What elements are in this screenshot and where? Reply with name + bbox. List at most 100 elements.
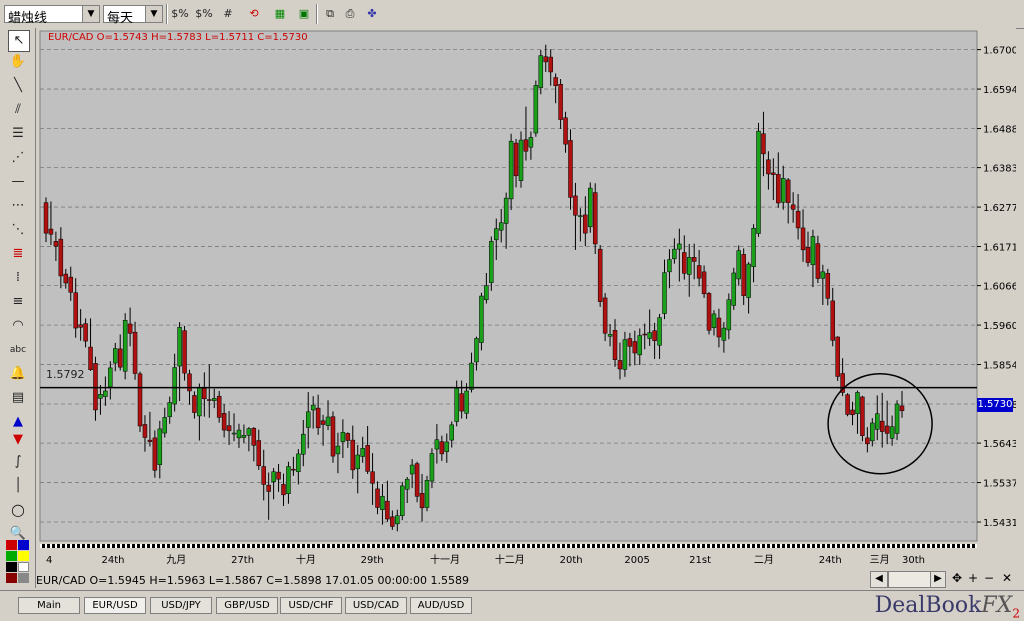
scroll-left-button[interactable]: ◀: [870, 571, 888, 588]
x-axis-band-dash: [820, 544, 822, 548]
tab-aud-usd[interactable]: AUD/USD: [410, 597, 472, 614]
candle-body: [632, 341, 638, 354]
tab-main[interactable]: Main: [18, 597, 80, 614]
circle-icon[interactable]: ○: [8, 500, 28, 520]
candle-body: [617, 360, 623, 370]
gann-fan-icon[interactable]: ⋯: [8, 196, 28, 216]
x-axis-band-dash: [800, 544, 802, 548]
x-axis-band-dash: [415, 544, 417, 548]
x-axis-band-dash: [835, 544, 837, 548]
candle-body: [296, 453, 301, 473]
x-axis-band-dash: [565, 544, 567, 548]
x-axis-band-dash: [430, 544, 432, 548]
x-axis-band-dash: [220, 544, 222, 548]
scroll-right-button[interactable]: ▶: [930, 571, 946, 588]
x-axis-band-dash: [615, 544, 617, 548]
channel-icon[interactable]: ⫽: [8, 100, 28, 120]
price-percent-alt-button[interactable]: $%: [194, 5, 214, 23]
copy-button[interactable]: ⧉: [320, 5, 340, 23]
candle-body: [776, 174, 781, 204]
candle-body: [103, 390, 108, 397]
candle-body: [370, 471, 375, 484]
x-axis-band-dash: [860, 544, 862, 548]
candle-body: [404, 478, 410, 490]
x-axis-band-dash: [75, 544, 77, 548]
candle-body: [117, 348, 123, 368]
x-axis-band-dash: [185, 544, 187, 548]
y-tick-label: 1.5537: [983, 479, 1016, 490]
pan-icon[interactable]: ✥: [950, 571, 964, 585]
zoom-chart-button[interactable]: ⟲: [244, 5, 264, 23]
horizontal-line-icon[interactable]: —: [8, 172, 28, 192]
candle-body: [98, 394, 103, 399]
x-axis-band-dash: [435, 544, 437, 548]
calculator-icon[interactable]: ▤: [8, 388, 28, 408]
tab-usd-jpy[interactable]: USD/JPY: [150, 597, 212, 614]
candlestick-chart[interactable]: 1.6700 1.6594 1.6488 1.6383 1.6277 1.6171 1.60…: [36, 28, 1016, 572]
chart-area[interactable]: 1.6700 1.6594 1.6488 1.6383 1.6277 1.6171 1.60…: [36, 28, 1016, 572]
fan-icon[interactable]: ⋰: [8, 148, 28, 168]
grid-button[interactable]: ▦: [270, 5, 290, 23]
color-palette[interactable]: [6, 540, 30, 584]
candle-body: [63, 273, 69, 284]
print-button[interactable]: ⎙: [340, 5, 360, 23]
candle-body: [785, 179, 791, 203]
candle-body: [127, 323, 133, 334]
candle-body: [696, 265, 702, 279]
tab-eur-usd[interactable]: EUR/USD: [84, 597, 146, 614]
tab-gbp-usd[interactable]: GBP/USD: [216, 597, 278, 614]
crosshair-button[interactable]: #: [218, 5, 238, 23]
candle-body: [454, 388, 459, 422]
chart-type-select[interactable]: 蜡烛线 ▼: [4, 5, 100, 26]
save-template-button[interactable]: ▣: [294, 5, 314, 23]
arrow-up-icon[interactable]: ▲: [8, 412, 28, 432]
zoom-in-button[interactable]: +: [966, 571, 980, 585]
drawing-toolbar: ↖ ✋ ╲ ⫽ ☰ ⋰ — ⋯ ⋱ ≣ ⁞ ≡ ◠ abc 🔔 ▤ ▲ ▼ ∫ …: [0, 28, 36, 588]
candle-body: [167, 402, 172, 417]
x-axis-band-dash: [405, 544, 407, 548]
candle-body: [221, 413, 227, 431]
x-axis-band-dash: [485, 544, 487, 548]
x-axis-band-dash: [625, 544, 627, 548]
freehand-icon[interactable]: ∫: [8, 452, 28, 472]
tab-usd-cad[interactable]: USD/CAD: [345, 597, 407, 614]
tab-usd-chf[interactable]: USD/CHF: [280, 597, 342, 614]
zoom-out-button[interactable]: −: [982, 571, 996, 585]
price-percent-button[interactable]: $%: [170, 5, 190, 23]
arrow-down-icon[interactable]: ▼: [8, 430, 28, 450]
x-axis-band-dash: [465, 544, 467, 548]
properties-button[interactable]: ✤: [362, 5, 382, 23]
candle-body: [741, 254, 746, 296]
x-tick-label: 十月: [296, 553, 316, 566]
candle-body: [553, 77, 558, 86]
timeframe-select[interactable]: 每天 ▼: [103, 5, 163, 26]
time-zones-icon[interactable]: ⁞: [8, 268, 28, 288]
alert-bell-icon[interactable]: 🔔: [8, 364, 28, 384]
candle-body: [835, 336, 840, 377]
x-axis-band-dash: [695, 544, 697, 548]
arcs-icon[interactable]: ◠: [8, 316, 28, 336]
scroll-thumb[interactable]: [888, 571, 932, 588]
close-chart-button[interactable]: ✕: [1000, 571, 1014, 585]
trendline-icon[interactable]: ╲: [8, 76, 28, 96]
x-axis-band-dash: [370, 544, 372, 548]
x-axis-band-dash: [685, 544, 687, 548]
fibonacci-icon[interactable]: ☰: [8, 124, 28, 144]
status-info-line: EUR/CAD O=1.5945 H=1.5963 L=1.5867 C=1.5…: [36, 574, 886, 588]
hand-icon[interactable]: ✋: [8, 52, 28, 72]
vertical-line-icon[interactable]: │: [8, 476, 28, 496]
chevron-down-icon[interactable]: ▼: [82, 6, 99, 22]
x-axis-band-dash: [725, 544, 727, 548]
chevron-down-icon[interactable]: ▼: [145, 6, 162, 22]
cursor-icon[interactable]: ↖: [8, 30, 30, 52]
x-axis-band-dash: [600, 544, 602, 548]
candle-body: [503, 197, 509, 224]
candle-body: [147, 439, 153, 442]
y-tick-label: 1.5854: [983, 361, 1016, 372]
retracement-icon[interactable]: ≡: [8, 292, 28, 312]
color-lines-icon[interactable]: ≣: [8, 244, 28, 264]
x-axis-band-dash: [915, 544, 917, 548]
candle-body: [479, 295, 484, 343]
andrews-pitchfork-icon[interactable]: ⋱: [8, 220, 28, 240]
text-tool-icon[interactable]: abc: [8, 340, 28, 360]
